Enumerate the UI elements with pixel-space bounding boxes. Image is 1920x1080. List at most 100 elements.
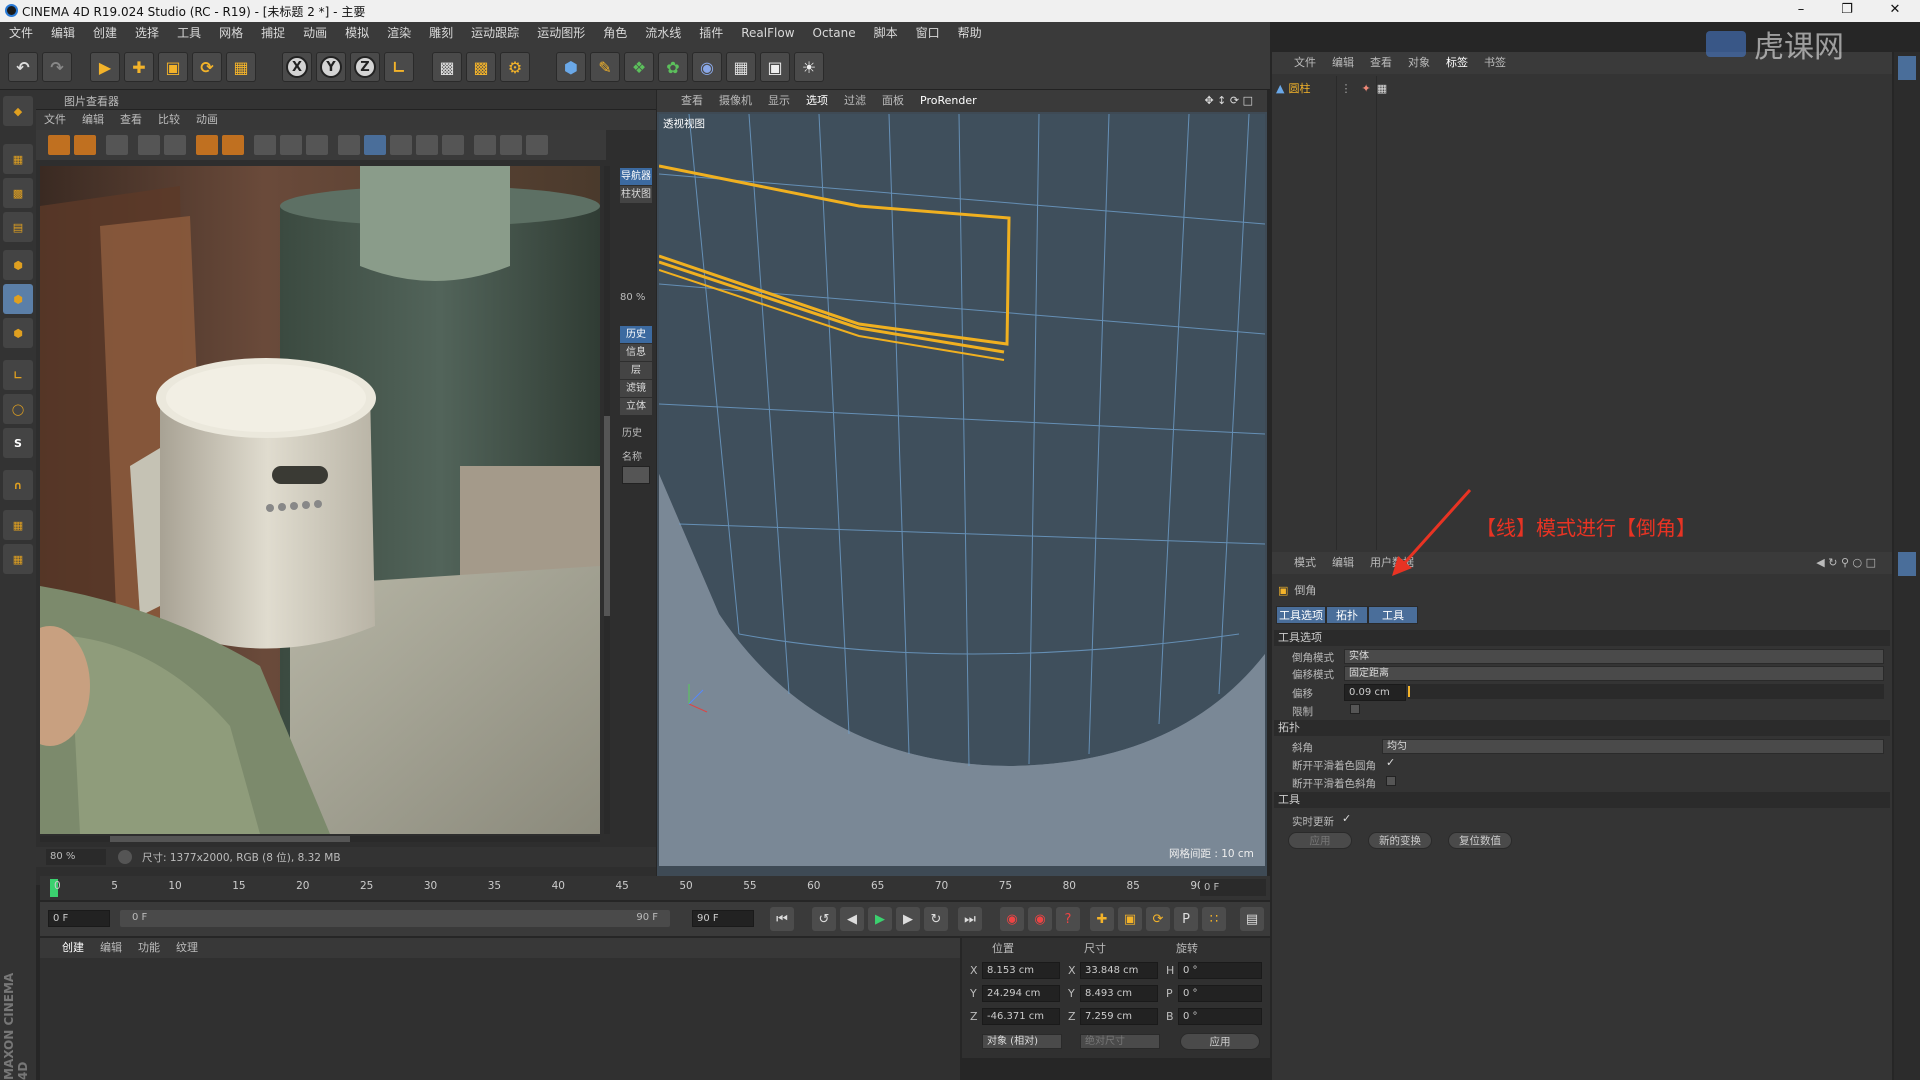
menu-item[interactable]: 渲染 xyxy=(378,22,420,44)
coordinate-system-button[interactable]: ∟ xyxy=(384,52,414,82)
vp-menu-item[interactable]: 摄像机 xyxy=(711,90,760,112)
menu-item[interactable]: 选择 xyxy=(126,22,168,44)
set-b-button[interactable] xyxy=(442,135,464,155)
obj-menu-item[interactable]: 编辑 xyxy=(1324,52,1362,74)
key-help-button[interactable]: ? xyxy=(1056,907,1080,931)
bevel-mode-dropdown[interactable]: 实体 xyxy=(1344,649,1884,664)
timeline-ruler[interactable]: 0 5 10 15 20 25 30 35 40 45 50 55 60 65 70 75 80 85 90 0 F xyxy=(40,876,1270,900)
make-editable-button[interactable]: ◆ xyxy=(3,96,33,126)
tab-stereo[interactable]: 立体 xyxy=(620,398,652,415)
position-y-field[interactable]: 24.294 cm xyxy=(982,985,1060,1002)
texture-mode-button[interactable]: ▩ xyxy=(3,178,33,208)
rotation-b-field[interactable]: 0 ° xyxy=(1178,1008,1262,1025)
goto-end-button[interactable]: ⏭ xyxy=(958,907,982,931)
auto-key-button[interactable]: ◉ xyxy=(1028,907,1052,931)
end-frame-field[interactable]: 90 F xyxy=(692,910,754,927)
tab-tool-options[interactable]: 工具选项 xyxy=(1276,606,1326,624)
menu-item[interactable]: 模拟 xyxy=(336,22,378,44)
obj-menu-item[interactable]: 查看 xyxy=(1362,52,1400,74)
tab-histogram[interactable]: 柱状图 xyxy=(620,186,652,203)
floor-button[interactable]: ▦ xyxy=(726,52,756,82)
undo-button[interactable]: ↶ xyxy=(8,52,38,82)
mat-menu-item[interactable]: 纹理 xyxy=(168,938,206,958)
obj-menu-item[interactable]: 对象 xyxy=(1400,52,1438,74)
attr-nav-icons[interactable]: ◀ ↻ ⚲ ○ □ xyxy=(1808,552,1884,574)
light-button[interactable]: ☀ xyxy=(794,52,824,82)
select-tool-button[interactable]: ▶ xyxy=(90,52,120,82)
fit-button[interactable] xyxy=(474,135,496,155)
pv-horizontal-scrollbar[interactable] xyxy=(40,836,600,842)
camera-button[interactable]: ▣ xyxy=(760,52,790,82)
rotation-h-field[interactable]: 0 ° xyxy=(1178,962,1262,979)
close-icon[interactable]: ✕ xyxy=(1880,2,1910,17)
menu-item[interactable]: 插件 xyxy=(690,22,732,44)
full-button[interactable] xyxy=(500,135,522,155)
key-pla-button[interactable]: ∷ xyxy=(1202,907,1226,931)
new-transform-button[interactable]: 新的变换 xyxy=(1368,832,1432,849)
prev-key-button[interactable]: ↺ xyxy=(812,907,836,931)
workplane-button[interactable]: ▤ xyxy=(3,212,33,242)
menu-item[interactable]: 动画 xyxy=(294,22,336,44)
mat-menu-item[interactable]: 创建 xyxy=(54,938,92,958)
subdivision-button[interactable]: ❖ xyxy=(624,52,654,82)
ab-toggle-button[interactable] xyxy=(338,135,360,155)
pv-menu-item[interactable]: 查看 xyxy=(112,110,150,130)
pv-menu-item[interactable]: 编辑 xyxy=(74,110,112,130)
vp-menu-item[interactable]: 选项 xyxy=(798,90,836,112)
vp-menu-item[interactable]: 面板 xyxy=(874,90,912,112)
menu-item[interactable]: 网格 xyxy=(210,22,252,44)
offset-slider-thumb[interactable] xyxy=(1408,686,1410,697)
obj-menu-item[interactable]: 书签 xyxy=(1476,52,1514,74)
axis-mode-button[interactable]: ∟ xyxy=(3,360,33,390)
pv-menu-item[interactable]: 文件 xyxy=(36,110,74,130)
obj-menu-item[interactable]: 标签 xyxy=(1438,52,1476,74)
minimize-icon[interactable]: – xyxy=(1786,2,1816,17)
pen-button[interactable]: ✎ xyxy=(590,52,620,82)
menu-item[interactable]: 运动跟踪 xyxy=(462,22,528,44)
menu-item[interactable]: 运动图形 xyxy=(528,22,594,44)
apply-button[interactable]: 应用 xyxy=(1288,832,1352,849)
menu-item[interactable]: 工具 xyxy=(168,22,210,44)
size-z-field[interactable]: 7.259 cm xyxy=(1080,1008,1158,1025)
mat-menu-item[interactable]: 编辑 xyxy=(92,938,130,958)
render-view-button[interactable]: ▩ xyxy=(432,52,462,82)
visibility-icon[interactable]: ⋮ xyxy=(1340,82,1351,95)
zoom-button[interactable] xyxy=(164,135,186,155)
material-tag-icon[interactable]: ▦ xyxy=(1377,82,1387,95)
object-row[interactable]: ▲ 圆柱 ⋮ ✦ ▦ xyxy=(1276,80,1387,96)
compare-a-button[interactable] xyxy=(254,135,276,155)
pv-vertical-scrollbar[interactable] xyxy=(604,166,610,834)
menu-item[interactable]: 角色 xyxy=(594,22,636,44)
render-settings-button[interactable]: ⚙ xyxy=(500,52,530,82)
menu-item[interactable]: 雕刻 xyxy=(420,22,462,44)
play-icon[interactable] xyxy=(118,850,132,864)
tab-info[interactable]: 信息 xyxy=(620,344,652,361)
prev-frame-button[interactable]: ◀ xyxy=(840,907,864,931)
size-y-field[interactable]: 8.493 cm xyxy=(1080,985,1158,1002)
tab-navigator[interactable]: 导航器 xyxy=(620,168,652,185)
tab-filters[interactable]: 滤镜 xyxy=(620,380,652,397)
region-render-button[interactable] xyxy=(138,135,160,155)
points-mode-button[interactable]: ⬢ xyxy=(3,250,33,280)
copy-button[interactable] xyxy=(196,135,218,155)
attr-menu-item[interactable]: 编辑 xyxy=(1324,552,1362,574)
tab-tool[interactable]: 工具 xyxy=(1368,606,1418,624)
redo-button[interactable]: ↷ xyxy=(42,52,72,82)
polygons-mode-button[interactable]: ⬢ xyxy=(3,318,33,348)
pv-menu-item[interactable]: 动画 xyxy=(188,110,226,130)
paste-button[interactable] xyxy=(222,135,244,155)
offset-mode-dropdown[interactable]: 固定距离 xyxy=(1344,666,1884,681)
object-name[interactable]: 圆柱 xyxy=(1288,80,1310,96)
miter-dropdown[interactable]: 均匀 xyxy=(1382,739,1884,754)
key-position-button[interactable]: ✚ xyxy=(1090,907,1114,931)
next-frame-button[interactable]: ▶ xyxy=(896,907,920,931)
pv-vscroll-thumb[interactable] xyxy=(604,416,610,616)
viewport-nav-icons[interactable]: ✥ ↕ ⟳ □ xyxy=(1196,90,1261,112)
mat-menu-item[interactable]: 功能 xyxy=(130,938,168,958)
compare-b-button[interactable] xyxy=(280,135,302,155)
recent-tool-button[interactable]: ▦ xyxy=(226,52,256,82)
tab-history[interactable]: 历史 xyxy=(620,326,652,343)
menu-item[interactable]: 捕捉 xyxy=(252,22,294,44)
vp-menu-item[interactable]: 显示 xyxy=(760,90,798,112)
coord-apply-button[interactable]: 应用 xyxy=(1180,1033,1260,1050)
